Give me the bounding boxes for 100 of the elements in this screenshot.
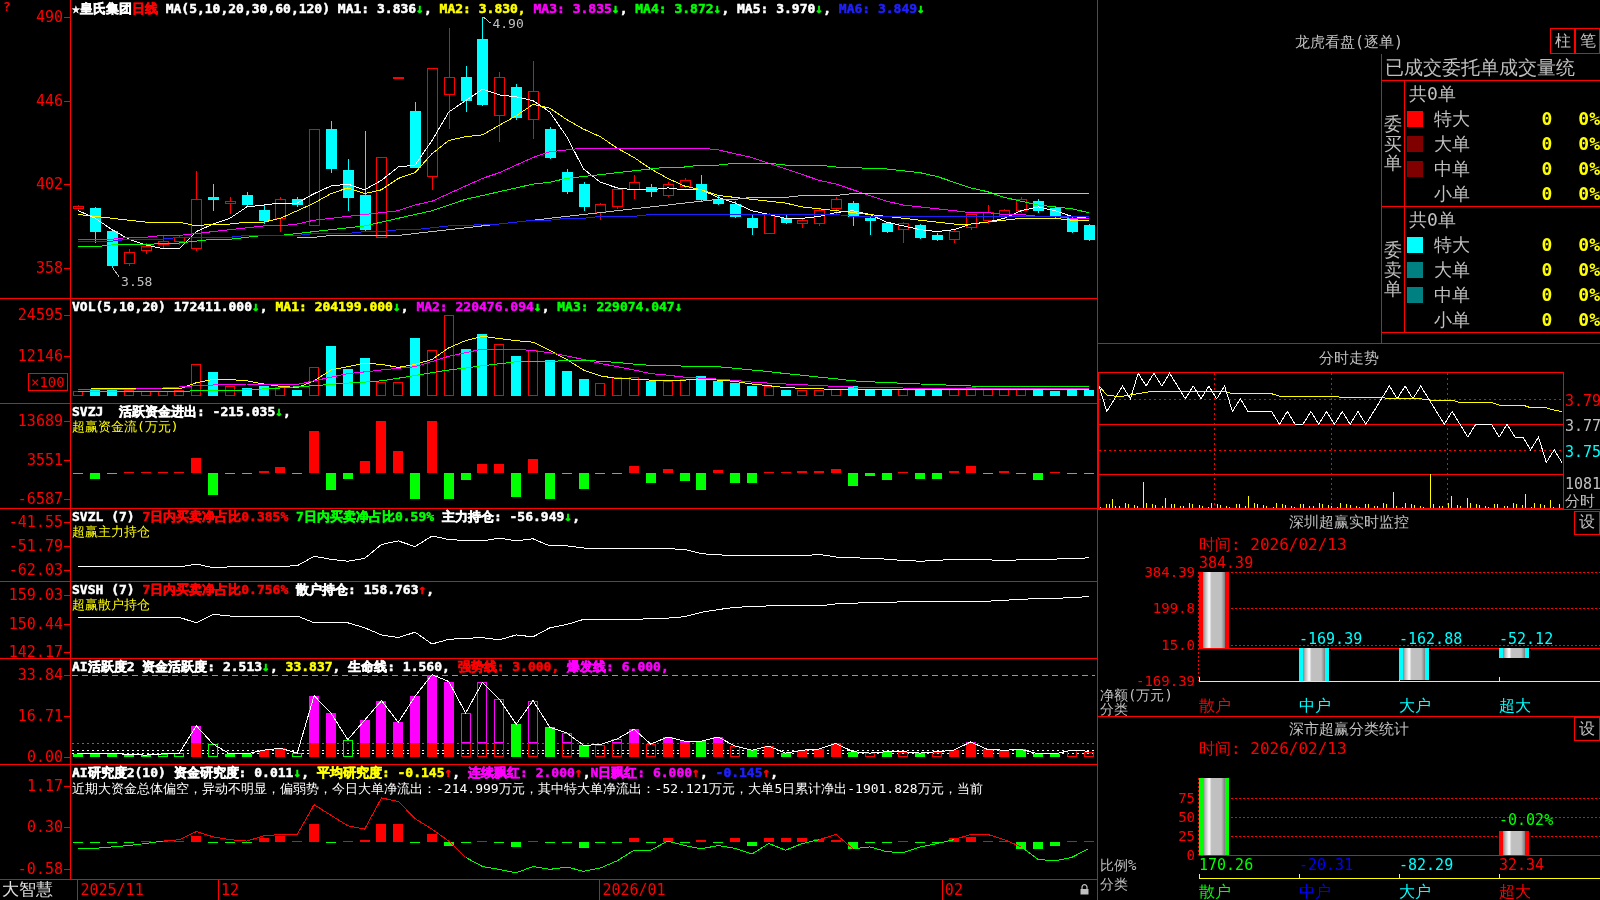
indicator-bar xyxy=(376,420,386,474)
candle xyxy=(1033,198,1044,214)
indicator-bar xyxy=(848,841,858,849)
axis-label: 75 xyxy=(1178,789,1195,806)
indicator-bar xyxy=(343,473,353,479)
category-label: 中户 xyxy=(1299,882,1331,900)
candle xyxy=(225,196,236,215)
candle xyxy=(966,214,977,231)
order-share: 0% xyxy=(1577,284,1600,305)
indicator-bar xyxy=(410,841,420,843)
candle xyxy=(275,196,286,233)
table-title: 已成交委托单成交量统 xyxy=(1382,54,1600,81)
indicator-bar xyxy=(545,473,555,499)
axis-label: 12146 xyxy=(17,347,63,366)
indicator-bar xyxy=(90,473,100,479)
candle xyxy=(259,204,270,225)
date-label: 2026/01 xyxy=(602,881,666,899)
lock-icon xyxy=(1080,884,1089,895)
candle xyxy=(663,181,674,198)
indicator-bar xyxy=(898,472,908,474)
view-toggle-button[interactable]: 柱 xyxy=(1550,28,1575,54)
change-annotation: -0.02% xyxy=(1499,810,1554,829)
indicator-legend: SVZL (7) 7日内买卖净占比0.385% 7日内买卖净占比0.59% 主力持仓: -56.949↓, xyxy=(72,509,580,524)
indicator-bar xyxy=(595,473,605,475)
candle xyxy=(1067,215,1078,234)
indicator-bar xyxy=(343,840,353,842)
indicator-bar xyxy=(1016,473,1026,475)
axis-label: -0.58 xyxy=(17,860,63,879)
indicator-bar xyxy=(764,472,774,474)
indicator-bar xyxy=(410,473,420,499)
indicator-bar xyxy=(191,725,201,743)
axis-label: 3.75 xyxy=(1565,442,1600,461)
indicator-bar xyxy=(360,460,370,474)
help-button[interactable]: ? xyxy=(3,0,11,14)
indicator-bar xyxy=(966,836,976,842)
candle xyxy=(781,214,792,225)
indicator-bar xyxy=(680,473,690,481)
amount-label: -20.31 xyxy=(1299,856,1354,874)
indicator-bar xyxy=(882,841,892,843)
indicator-bar xyxy=(629,465,639,474)
indicator-bar xyxy=(713,470,723,474)
indicator-bar xyxy=(1084,473,1094,475)
indicator-legend: SVZJ 活跃资金进出: -215.035↓, xyxy=(72,404,291,419)
indicator-bar xyxy=(73,841,83,843)
indicator-bar xyxy=(1067,840,1077,842)
view-toggle-button[interactable]: 笔 xyxy=(1575,28,1600,54)
stat-bar xyxy=(1499,830,1529,855)
indicator-bar xyxy=(865,473,875,476)
indicator-bar xyxy=(528,459,538,474)
indicator-legend: AI活跃度2 资金活跃度: 2.513↓, 33.837, 生命线: 1.560, 强势线: 3.000, 爆发线: 6.000, xyxy=(72,659,669,674)
candle xyxy=(983,204,994,225)
value-label: 384.39 xyxy=(1199,555,1254,572)
settings-button[interactable]: 设 xyxy=(1574,510,1600,535)
axis-title: 分类 xyxy=(1100,876,1128,892)
candle xyxy=(730,200,741,219)
indicator-bar xyxy=(562,473,572,475)
indicator-title: 超赢主力持仓 xyxy=(72,524,151,539)
indicator-bar xyxy=(376,823,386,842)
indicator-bar xyxy=(663,838,673,842)
axis-label: 33.84 xyxy=(17,665,63,684)
group-label: 委卖单 xyxy=(1384,239,1402,300)
order-size-label: 中单 xyxy=(1433,282,1471,307)
order-size-label: 大单 xyxy=(1433,131,1471,156)
candle xyxy=(107,229,118,269)
indicator-bar xyxy=(646,841,656,843)
candle xyxy=(797,217,808,229)
date-label: 时间: 2026/02/13 xyxy=(1198,535,1347,555)
date-label: 时间: 2026/02/13 xyxy=(1198,741,1347,757)
indicator-bar xyxy=(225,841,235,843)
indicator-bar xyxy=(764,838,774,842)
indicator-bar xyxy=(579,841,589,849)
indicator-bar xyxy=(730,473,740,483)
candle xyxy=(545,126,556,160)
indicator-bar xyxy=(477,840,487,842)
indicator-bar xyxy=(141,840,151,842)
order-count: 0 xyxy=(1540,158,1554,179)
indicator-bar xyxy=(393,450,403,474)
axis-label: 358 xyxy=(35,258,63,277)
indicator-bar xyxy=(797,838,807,842)
indicator-bar xyxy=(275,836,285,842)
indicator-bar xyxy=(174,840,184,842)
price-annotation: 3.58 xyxy=(112,268,153,289)
axis-label: -41.55 xyxy=(8,512,63,531)
indicator-bar xyxy=(915,473,925,479)
candle xyxy=(629,174,640,200)
panel-title: 深圳超赢实时监控 xyxy=(1289,513,1409,532)
indicator-bar xyxy=(360,839,370,842)
indicator-bar xyxy=(797,470,807,474)
candle xyxy=(410,102,421,168)
candle xyxy=(898,221,909,244)
indicator-bar xyxy=(545,841,555,843)
candle xyxy=(343,158,354,212)
indicator-bar xyxy=(1084,840,1094,842)
axis-label: 分时 xyxy=(1565,492,1595,509)
indicator-bar xyxy=(983,473,993,475)
candle xyxy=(393,77,404,80)
indicator-bar xyxy=(208,841,218,843)
indicator-bar xyxy=(511,841,521,848)
settings-button[interactable]: 设 xyxy=(1574,717,1600,741)
indicator-bar xyxy=(494,463,504,474)
